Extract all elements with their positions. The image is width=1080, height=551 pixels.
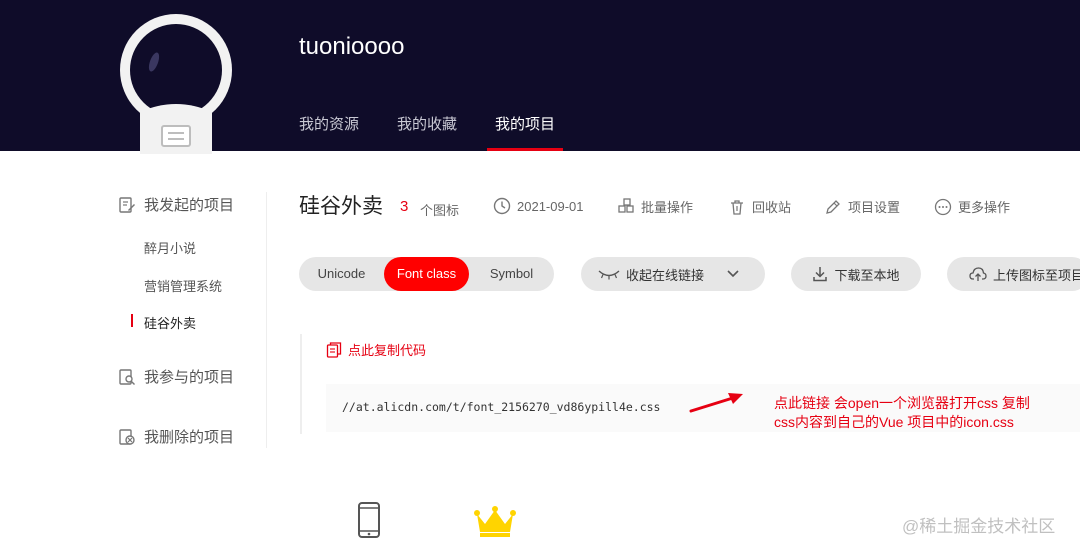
- project-date: 2021-09-01: [493, 197, 584, 215]
- sidebar-group-label: 我发起的项目: [144, 197, 235, 214]
- search-doc-icon: [119, 368, 135, 385]
- tab-my-favorites[interactable]: 我的收藏: [397, 113, 457, 134]
- copy-doc-icon: [326, 341, 342, 358]
- sidebar-group-label: 我删除的项目: [144, 429, 235, 446]
- sidebar-item-marketing[interactable]: 营销管理系统: [144, 276, 222, 295]
- download-icon: [813, 267, 828, 282]
- project-title: 硅谷外卖: [299, 195, 383, 218]
- username: tuonioooo: [299, 33, 405, 60]
- sidebar-divider: [266, 192, 267, 448]
- recycle-bin-button[interactable]: 回收站: [728, 197, 791, 216]
- collapse-online-link-button[interactable]: 收起在线链接: [581, 257, 765, 291]
- more-operations-label: 更多操作: [958, 200, 1011, 215]
- tab-my-resources[interactable]: 我的资源: [299, 113, 359, 134]
- project-settings-label: 项目设置: [848, 200, 901, 215]
- active-tab-indicator: [487, 148, 563, 151]
- icon-count-label: 个图标: [420, 203, 460, 218]
- tab-my-projects[interactable]: 我的项目: [495, 113, 555, 134]
- project-sidebar: 我发起的项目 醉月小说 营销管理系统 硅谷外卖 我参与的项目 我删除的项目: [118, 190, 268, 450]
- pencil-icon: [826, 199, 840, 214]
- format-option-symbol[interactable]: Symbol: [469, 257, 554, 291]
- format-toggle: Unicode Font class Symbol: [299, 257, 554, 291]
- delete-doc-icon: [119, 428, 135, 445]
- recycle-bin-label: 回收站: [752, 200, 792, 215]
- sidebar-item-zuiyue[interactable]: 醉月小说: [144, 238, 196, 257]
- download-local-button[interactable]: 下载至本地: [791, 257, 921, 291]
- project-date-text: 2021-09-01: [517, 198, 584, 214]
- sidebar-group-created[interactable]: 我发起的项目: [118, 194, 234, 215]
- project-settings-button[interactable]: 项目设置: [824, 197, 900, 216]
- header-bar: tuonioooo 我的资源 我的收藏 我的项目: [0, 0, 1080, 154]
- format-option-font-class[interactable]: Font class: [384, 257, 469, 291]
- watermark: @稀土掘金技术社区: [902, 517, 1056, 536]
- annotation-note: 点此链接 会open一个浏览器打开css 复制 css内容到自己的Vue 项目中…: [774, 394, 1064, 432]
- icon-count: 3: [400, 198, 409, 215]
- collapse-online-link-label: 收起在线链接: [625, 267, 704, 283]
- copy-code-label: 点此复制代码: [348, 343, 427, 358]
- sidebar-group-label: 我参与的项目: [144, 369, 235, 386]
- annotation-line-2: css内容到自己的Vue 项目中的icon.css: [774, 414, 1014, 430]
- copy-code-link[interactable]: 点此复制代码: [326, 340, 426, 359]
- sidebar-item-guigu-waimai[interactable]: 硅谷外卖: [144, 313, 196, 332]
- clock-icon: [493, 197, 511, 215]
- more-icon: [934, 198, 952, 215]
- closed-eye-icon: [598, 270, 620, 280]
- crown-icon[interactable]: [473, 504, 517, 538]
- trash-icon: [731, 199, 743, 215]
- more-operations-button[interactable]: 更多操作: [934, 197, 1010, 216]
- edit-doc-icon: [119, 196, 135, 213]
- css-link-text[interactable]: //at.alicdn.com/t/font_2156270_vd86ypill…: [342, 400, 661, 414]
- cloud-upload-icon: [969, 267, 987, 281]
- batch-operation-button[interactable]: 批量操作: [617, 197, 693, 216]
- upload-icons-label: 上传图标至项目: [993, 267, 1080, 283]
- astronaut-avatar-icon[interactable]: [118, 12, 234, 154]
- batch-operation-label: 批量操作: [641, 200, 694, 215]
- active-project-indicator: [131, 314, 133, 327]
- upload-icons-button[interactable]: 上传图标至项目: [947, 257, 1080, 291]
- batch-icon: [618, 197, 634, 213]
- sidebar-group-deleted[interactable]: 我删除的项目: [118, 426, 234, 447]
- format-option-unicode[interactable]: Unicode: [299, 257, 384, 291]
- phone-icon[interactable]: [357, 502, 381, 538]
- download-local-label: 下载至本地: [834, 267, 900, 283]
- annotation-line-1: 点此链接 会open一个浏览器打开css 复制: [774, 395, 1030, 411]
- chevron-down-icon: [727, 270, 739, 278]
- sidebar-group-joined[interactable]: 我参与的项目: [118, 366, 234, 387]
- annotation-arrow-icon: [689, 393, 743, 413]
